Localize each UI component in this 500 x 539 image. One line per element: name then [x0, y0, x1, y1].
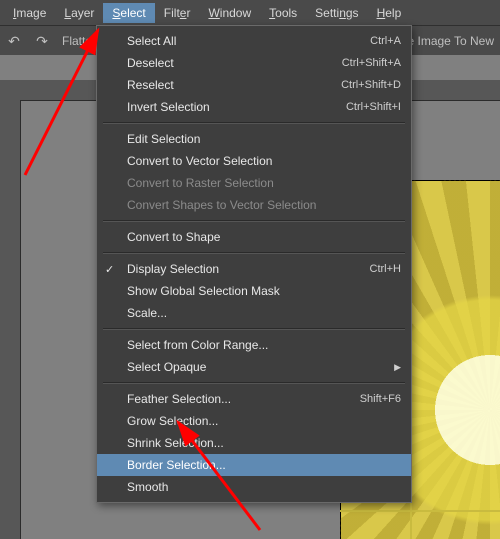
menu-item-label: Feather Selection...: [127, 392, 231, 406]
menu-separator: [103, 382, 405, 384]
undo-button[interactable]: ↶: [0, 31, 28, 52]
redo-button[interactable]: ↷: [28, 31, 56, 52]
menu-item-label: Edit Selection: [127, 132, 200, 146]
redo-icon: ↷: [36, 33, 48, 49]
menu-item-label: Deselect: [127, 56, 174, 70]
menu-item-label: Convert to Raster Selection: [127, 176, 274, 190]
menu-item-label: Select All: [127, 34, 176, 48]
menu-item[interactable]: Feather Selection... Shift+F6: [97, 388, 411, 410]
menu-tools[interactable]: Tools: [260, 3, 306, 23]
menu-item[interactable]: Show Global Selection Mask: [97, 280, 411, 302]
menu-item: Convert to Raster Selection: [97, 172, 411, 194]
menu-window[interactable]: Window: [199, 3, 260, 23]
menu-item[interactable]: ✓ Display Selection Ctrl+H: [97, 258, 411, 280]
menu-item[interactable]: Edit Selection: [97, 128, 411, 150]
menu-help[interactable]: Help: [368, 3, 411, 23]
menu-item-label: Select Opaque: [127, 360, 206, 374]
menu-shortcut: Ctrl+Shift+D: [341, 79, 401, 91]
menu-item-label: Border Selection...: [127, 458, 226, 472]
menu-item[interactable]: Select Opaque ▶: [97, 356, 411, 378]
menu-item[interactable]: Scale...: [97, 302, 411, 324]
menu-item[interactable]: Smooth: [97, 476, 411, 498]
menu-separator: [103, 122, 405, 124]
menu-item-label: Convert Shapes to Vector Selection: [127, 198, 316, 212]
menu-item-label: Convert to Shape: [127, 230, 220, 244]
menu-separator: [103, 328, 405, 330]
menu-item[interactable]: Deselect Ctrl+Shift+A: [97, 52, 411, 74]
menu-item[interactable]: Select All Ctrl+A: [97, 30, 411, 52]
menu-item[interactable]: Convert to Vector Selection: [97, 150, 411, 172]
ruler-vertical: [0, 100, 21, 539]
menu-separator: [103, 220, 405, 222]
menu-item-label: Invert Selection: [127, 100, 210, 114]
menu-item-label: Reselect: [127, 78, 174, 92]
menu-item-label: Grow Selection...: [127, 414, 218, 428]
menu-shortcut: Ctrl+Shift+A: [342, 57, 401, 69]
menu-item: Convert Shapes to Vector Selection: [97, 194, 411, 216]
menu-item-label: Smooth: [127, 480, 168, 494]
submenu-arrow-icon: ▶: [394, 362, 401, 373]
menu-item[interactable]: Grow Selection...: [97, 410, 411, 432]
menu-image[interactable]: Image: [4, 3, 55, 23]
undo-icon: ↶: [8, 33, 20, 49]
ruler-corner: [0, 80, 21, 101]
menu-item-label: Convert to Vector Selection: [127, 154, 272, 168]
menu-shortcut: Ctrl+A: [370, 35, 401, 47]
menu-settings[interactable]: Settings: [306, 3, 367, 23]
menu-item-label: Scale...: [127, 306, 167, 320]
menubar: Image Layer Select Filter Window Tools S…: [0, 0, 500, 25]
menu-separator: [103, 252, 405, 254]
menu-item[interactable]: Border Selection...: [97, 454, 411, 476]
menu-item[interactable]: Reselect Ctrl+Shift+D: [97, 74, 411, 96]
menu-item[interactable]: Select from Color Range...: [97, 334, 411, 356]
menu-item-label: Show Global Selection Mask: [127, 284, 280, 298]
menu-item[interactable]: Invert Selection Ctrl+Shift+I: [97, 96, 411, 118]
menu-item[interactable]: Shrink Selection...: [97, 432, 411, 454]
select-menu-dropdown: Select All Ctrl+A Deselect Ctrl+Shift+A Rese…: [96, 25, 412, 503]
check-icon: ✓: [105, 263, 114, 276]
menu-select[interactable]: Select: [103, 3, 154, 23]
menu-shortcut: Ctrl+H: [370, 263, 401, 275]
menu-item[interactable]: Convert to Shape: [97, 226, 411, 248]
menu-filter[interactable]: Filter: [155, 3, 200, 23]
menu-item-label: Display Selection: [127, 262, 219, 276]
menu-shortcut: Shift+F6: [360, 393, 401, 405]
menu-layer[interactable]: Layer: [55, 3, 103, 23]
menu-shortcut: Ctrl+Shift+I: [346, 101, 401, 113]
menu-item-label: Select from Color Range...: [127, 338, 268, 352]
menu-item-label: Shrink Selection...: [127, 436, 224, 450]
